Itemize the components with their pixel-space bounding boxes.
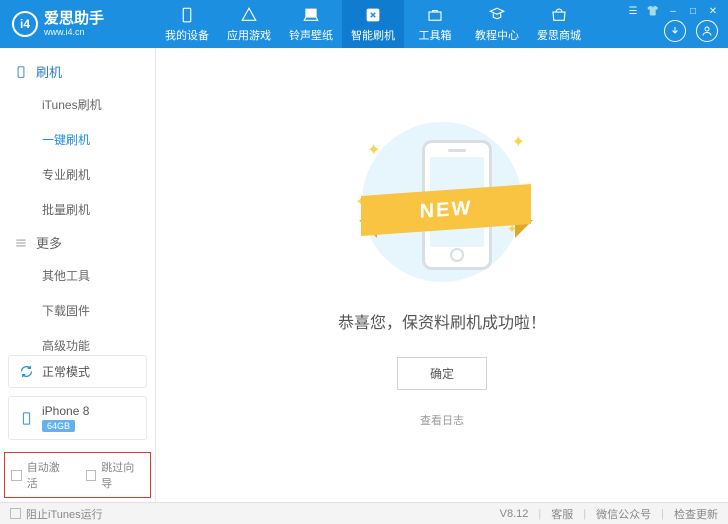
success-illustration: ✦ ✦ ✦ ✦ NEW: [337, 122, 547, 287]
check-update-link[interactable]: 检查更新: [674, 506, 718, 522]
confirm-button[interactable]: 确定: [397, 357, 487, 390]
view-log-link[interactable]: 查看日志: [420, 412, 464, 428]
download-button[interactable]: [664, 20, 686, 42]
checkbox-label: 自动激活: [27, 459, 70, 491]
app-title: 爱思助手: [44, 11, 104, 26]
device-card[interactable]: iPhone 8 64GB: [8, 396, 147, 440]
minimize-button[interactable]: –: [666, 4, 680, 18]
auto-activate-checkbox[interactable]: 自动激活: [11, 459, 70, 491]
skip-wizard-checkbox[interactable]: 跳过向导: [86, 459, 145, 491]
prevent-itunes-checkbox[interactable]: 阻止iTunes运行: [10, 506, 103, 522]
nav-label: 教程中心: [475, 27, 519, 43]
nav-apps[interactable]: 应用游戏: [218, 0, 280, 48]
sidebar-item-other-tools[interactable]: 其他工具: [0, 258, 155, 293]
success-message: 恭喜您，保资料刷机成功啦！: [338, 309, 546, 333]
mode-label: 正常模式: [42, 363, 90, 380]
ribbon-text: NEW: [361, 184, 531, 236]
nav-my-device[interactable]: 我的设备: [156, 0, 218, 48]
sidebar-item-download-firmware[interactable]: 下载固件: [0, 293, 155, 328]
shirt-icon[interactable]: 👕: [646, 4, 660, 18]
phone-icon: [19, 411, 34, 426]
sidebar-item-pro-flash[interactable]: 专业刷机: [0, 157, 155, 192]
nav-flash[interactable]: 智能刷机: [342, 0, 404, 48]
nav-label: 工具箱: [419, 27, 452, 43]
wechat-link[interactable]: 微信公众号: [596, 506, 651, 522]
nav-toolbox[interactable]: 工具箱: [404, 0, 466, 48]
maximize-button[interactable]: □: [686, 4, 700, 18]
nav-store[interactable]: 爱思商城: [528, 0, 590, 48]
user-button[interactable]: [696, 20, 718, 42]
sidebar-item-onekey-flash[interactable]: 一键刷机: [0, 122, 155, 157]
nav-ringtones[interactable]: 铃声壁纸: [280, 0, 342, 48]
checkbox-label: 阻止iTunes运行: [26, 506, 103, 522]
sidebar-heading-more[interactable]: 更多: [0, 227, 155, 258]
nav-label: 爱思商城: [537, 27, 581, 43]
options-highlight: 自动激活 跳过向导: [4, 452, 151, 498]
device-name: iPhone 8: [42, 404, 89, 418]
status-bar: 阻止iTunes运行 V8.12 | 客服 | 微信公众号 | 检查更新: [0, 502, 728, 524]
checkbox-label: 跳过向导: [101, 459, 144, 491]
nav-label: 铃声壁纸: [289, 27, 333, 43]
nav-label: 应用游戏: [227, 27, 271, 43]
main-content: ✦ ✦ ✦ ✦ NEW 恭喜您，保资料刷机成功啦！ 确定 查看日志: [156, 48, 728, 502]
app-url: www.i4.cn: [44, 28, 104, 37]
support-link[interactable]: 客服: [551, 506, 573, 522]
nav-label: 我的设备: [165, 27, 209, 43]
sidebar-item-itunes-flash[interactable]: iTunes刷机: [0, 87, 155, 122]
version-label: V8.12: [500, 508, 529, 520]
mode-card[interactable]: 正常模式: [8, 355, 147, 388]
sidebar-heading-label: 刷机: [36, 62, 62, 81]
logo-icon: i4: [12, 11, 38, 37]
close-button[interactable]: ✕: [706, 4, 720, 18]
settings-icon[interactable]: ☰: [626, 4, 640, 18]
sidebar-item-batch-flash[interactable]: 批量刷机: [0, 192, 155, 227]
app-logo: i4 爱思助手 www.i4.cn: [0, 11, 156, 37]
refresh-icon: [19, 364, 34, 379]
sidebar-heading-label: 更多: [36, 233, 62, 252]
sidebar-heading-flash[interactable]: 刷机: [0, 56, 155, 87]
top-nav: 我的设备 应用游戏 铃声壁纸 智能刷机 工具箱 教程中心 爱思商城: [156, 0, 590, 48]
storage-badge: 64GB: [42, 420, 75, 432]
nav-label: 智能刷机: [351, 27, 395, 43]
nav-tutorials[interactable]: 教程中心: [466, 0, 528, 48]
sidebar-item-advanced[interactable]: 高级功能: [0, 328, 155, 351]
sidebar: 刷机 iTunes刷机 一键刷机 专业刷机 批量刷机 更多 其他工具 下载固件 …: [0, 48, 156, 502]
